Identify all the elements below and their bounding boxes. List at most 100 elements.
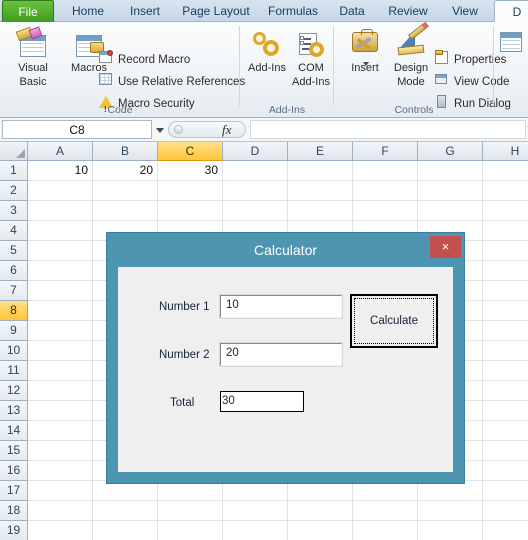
row-header-10[interactable]: 10 bbox=[0, 341, 28, 361]
cell-h2[interactable] bbox=[483, 181, 528, 201]
cell-h16[interactable] bbox=[483, 461, 528, 481]
name-box-chevron-down-icon[interactable] bbox=[156, 128, 164, 133]
cell-h10[interactable] bbox=[483, 341, 528, 361]
cell-a18[interactable] bbox=[28, 501, 93, 521]
cell-a9[interactable] bbox=[28, 321, 93, 341]
cell-f18[interactable] bbox=[353, 501, 418, 521]
use-relative-references-button[interactable]: Use Relative References bbox=[98, 72, 245, 92]
column-header-a[interactable]: A bbox=[28, 142, 93, 161]
cell-g18[interactable] bbox=[418, 501, 483, 521]
select-all-corner[interactable] bbox=[0, 142, 28, 161]
cell-h13[interactable] bbox=[483, 401, 528, 421]
formula-input[interactable] bbox=[250, 120, 526, 139]
cell-h12[interactable] bbox=[483, 381, 528, 401]
row-header-15[interactable]: 15 bbox=[0, 441, 28, 461]
tab-home[interactable]: Home bbox=[62, 0, 114, 22]
chevron-down-icon[interactable] bbox=[363, 62, 369, 66]
cell-e17[interactable] bbox=[288, 481, 353, 501]
row-header-13[interactable]: 13 bbox=[0, 401, 28, 421]
number1-input[interactable]: 10 bbox=[219, 294, 343, 319]
cell-h15[interactable] bbox=[483, 441, 528, 461]
row-header-2[interactable]: 2 bbox=[0, 181, 28, 201]
cell-b3[interactable] bbox=[93, 201, 158, 221]
tab-review[interactable]: Review bbox=[380, 0, 436, 22]
cell-a19[interactable] bbox=[28, 521, 93, 540]
cell-h17[interactable] bbox=[483, 481, 528, 501]
cell-a10[interactable] bbox=[28, 341, 93, 361]
row-header-19[interactable]: 19 bbox=[0, 521, 28, 540]
cell-g19[interactable] bbox=[418, 521, 483, 540]
name-box[interactable]: C8 bbox=[2, 120, 152, 139]
cell-f19[interactable] bbox=[353, 521, 418, 540]
column-header-f[interactable]: F bbox=[353, 142, 418, 161]
row-header-7[interactable]: 7 bbox=[0, 281, 28, 301]
cell-a1[interactable]: 10 bbox=[28, 161, 93, 181]
cell-c18[interactable] bbox=[158, 501, 223, 521]
cell-b2[interactable] bbox=[93, 181, 158, 201]
cell-a12[interactable] bbox=[28, 381, 93, 401]
row-header-17[interactable]: 17 bbox=[0, 481, 28, 501]
cell-a2[interactable] bbox=[28, 181, 93, 201]
cell-e18[interactable] bbox=[288, 501, 353, 521]
row-header-6[interactable]: 6 bbox=[0, 261, 28, 281]
cell-e19[interactable] bbox=[288, 521, 353, 540]
column-header-h[interactable]: H bbox=[483, 142, 528, 161]
row-header-5[interactable]: 5 bbox=[0, 241, 28, 261]
cell-c2[interactable] bbox=[158, 181, 223, 201]
cell-a14[interactable] bbox=[28, 421, 93, 441]
com-add-ins-button[interactable]: COM Add-Ins bbox=[284, 28, 338, 88]
cell-a7[interactable] bbox=[28, 281, 93, 301]
row-header-9[interactable]: 9 bbox=[0, 321, 28, 341]
row-header-3[interactable]: 3 bbox=[0, 201, 28, 221]
record-macro-button[interactable]: Record Macro bbox=[98, 50, 190, 70]
cell-g3[interactable] bbox=[418, 201, 483, 221]
cell-f2[interactable] bbox=[353, 181, 418, 201]
cell-a4[interactable] bbox=[28, 221, 93, 241]
tab-page-layout[interactable]: Page Layout bbox=[176, 0, 256, 22]
cell-g2[interactable] bbox=[418, 181, 483, 201]
total-output[interactable]: 30 bbox=[220, 391, 304, 412]
cell-f1[interactable] bbox=[353, 161, 418, 181]
cell-b17[interactable] bbox=[93, 481, 158, 501]
cell-h5[interactable] bbox=[483, 241, 528, 261]
row-header-18[interactable]: 18 bbox=[0, 501, 28, 521]
row-header-11[interactable]: 11 bbox=[0, 361, 28, 381]
column-header-c[interactable]: C bbox=[158, 142, 223, 161]
design-mode-button[interactable]: Design Mode bbox=[384, 24, 438, 88]
cell-e2[interactable] bbox=[288, 181, 353, 201]
cell-h19[interactable] bbox=[483, 521, 528, 540]
row-header-4[interactable]: 4 bbox=[0, 221, 28, 241]
cell-d3[interactable] bbox=[223, 201, 288, 221]
cell-c1[interactable]: 30 bbox=[158, 161, 223, 181]
cell-h14[interactable] bbox=[483, 421, 528, 441]
tab-file[interactable]: File bbox=[2, 0, 54, 22]
cell-h18[interactable] bbox=[483, 501, 528, 521]
number2-input[interactable]: 20 bbox=[219, 342, 343, 367]
row-header-8[interactable]: 8 bbox=[0, 301, 28, 321]
tab-developer[interactable]: D bbox=[494, 0, 528, 22]
cell-c19[interactable] bbox=[158, 521, 223, 540]
column-header-b[interactable]: B bbox=[93, 142, 158, 161]
cell-h7[interactable] bbox=[483, 281, 528, 301]
cell-h3[interactable] bbox=[483, 201, 528, 221]
visual-basic-button[interactable]: Visual Basic bbox=[6, 26, 60, 88]
row-header-12[interactable]: 12 bbox=[0, 381, 28, 401]
cell-h4[interactable] bbox=[483, 221, 528, 241]
cell-a11[interactable] bbox=[28, 361, 93, 381]
cell-a15[interactable] bbox=[28, 441, 93, 461]
cell-d2[interactable] bbox=[223, 181, 288, 201]
cell-b18[interactable] bbox=[93, 501, 158, 521]
cell-b1[interactable]: 20 bbox=[93, 161, 158, 181]
cell-g17[interactable] bbox=[418, 481, 483, 501]
column-header-e[interactable]: E bbox=[288, 142, 353, 161]
cell-c3[interactable] bbox=[158, 201, 223, 221]
cell-a3[interactable] bbox=[28, 201, 93, 221]
cell-h9[interactable] bbox=[483, 321, 528, 341]
close-icon[interactable]: × bbox=[430, 236, 461, 258]
cancel-icon[interactable] bbox=[174, 125, 183, 134]
row-header-16[interactable]: 16 bbox=[0, 461, 28, 481]
cell-a13[interactable] bbox=[28, 401, 93, 421]
cell-a6[interactable] bbox=[28, 261, 93, 281]
cell-f17[interactable] bbox=[353, 481, 418, 501]
cell-a5[interactable] bbox=[28, 241, 93, 261]
